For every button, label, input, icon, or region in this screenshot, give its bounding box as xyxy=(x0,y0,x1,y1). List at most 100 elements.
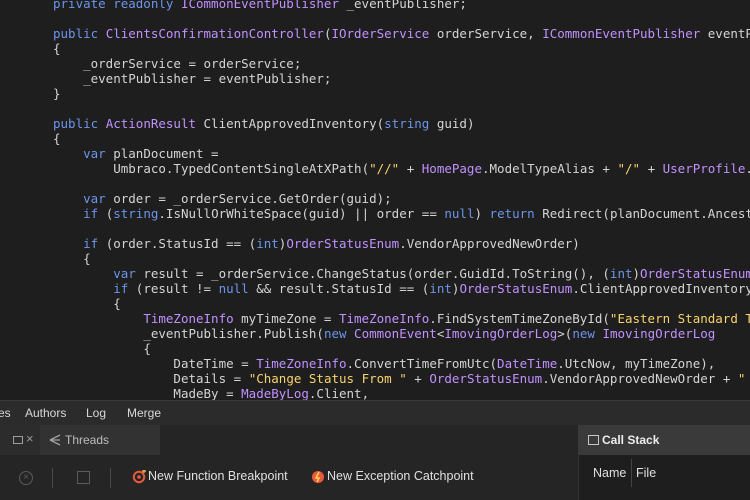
window-icon xyxy=(13,436,23,444)
code-token: OrderStatusEnum xyxy=(286,236,400,251)
code-line[interactable]: public ActionResult ClientApprovedInvent… xyxy=(53,116,474,131)
vcs-tab-bar: es Authors Log Merge xyxy=(0,400,750,426)
code-token: TimeZoneInfo xyxy=(338,311,430,326)
tab-changes[interactable]: es xyxy=(0,401,11,426)
code-token: planDocument = xyxy=(105,146,219,161)
code-line[interactable]: { xyxy=(53,41,61,56)
code-line[interactable]: { xyxy=(53,131,61,146)
code-token: null xyxy=(218,281,249,296)
code-token: DateTime = xyxy=(173,356,257,371)
code-token: "/" xyxy=(617,161,641,176)
code-token: _eventPublisher.Publish( xyxy=(143,326,324,341)
code-line[interactable]: { xyxy=(53,341,151,356)
code-token: int xyxy=(429,281,452,296)
code-line[interactable]: var result = _orderService.ChangeStatus(… xyxy=(53,266,750,281)
code-token: result = _orderService.ChangeStatus(orde… xyxy=(135,266,610,281)
code-line[interactable]: DateTime = TimeZoneInfo.ConvertTimeFromU… xyxy=(53,356,715,371)
code-line[interactable]: _eventPublisher = eventPublisher; xyxy=(53,71,331,86)
code-token: ImovingOrderLog xyxy=(602,326,716,341)
code-line[interactable]: MadeBy = MadeByLog.Client, xyxy=(53,386,369,400)
close-icon[interactable]: × xyxy=(26,431,34,446)
code-token: null xyxy=(444,206,475,221)
code-line[interactable]: TimeZoneInfo myTimeZone = TimeZoneInfo.F… xyxy=(53,311,750,326)
code-line[interactable]: var planDocument = xyxy=(53,146,219,161)
code-token: public xyxy=(53,116,106,131)
code-token: ) xyxy=(632,266,641,281)
code-token: "Change Status From " xyxy=(248,371,407,386)
code-token: new xyxy=(572,326,603,341)
new-function-breakpoint-label: New Function Breakpoint xyxy=(148,469,288,483)
code-line[interactable]: if (string.IsNullOrWhiteSpace(guid) || o… xyxy=(53,206,750,221)
code-line[interactable]: Details = "Change Status From " + OrderS… xyxy=(53,371,750,386)
code-token: .ClientApprovedInventory) xyxy=(572,281,750,296)
code-token: " To " xyxy=(737,371,746,386)
code-line[interactable]: } xyxy=(53,86,61,101)
column-header-name[interactable]: Name xyxy=(593,466,626,480)
code-token: { xyxy=(53,131,61,146)
code-token: int xyxy=(609,266,633,281)
code-token: + xyxy=(640,161,663,176)
code-token: UserProfile xyxy=(662,161,746,176)
code-token: var xyxy=(113,266,136,281)
breakpoints-toolbar: × New Function Breakpoint New Exception … xyxy=(0,455,578,500)
code-line[interactable]: { xyxy=(53,296,121,311)
new-exception-catchpoint-label: New Exception Catchpoint xyxy=(327,469,474,483)
code-line[interactable]: if (order.StatusId == (int)OrderStatusEn… xyxy=(53,236,580,251)
tab-threads[interactable]: Threads xyxy=(40,425,160,455)
threads-tab-label: Threads xyxy=(65,433,110,447)
tab-breakpoints[interactable]: × xyxy=(0,425,40,455)
function-breakpoint-icon xyxy=(132,470,146,484)
toolbar-separator xyxy=(52,468,53,488)
code-token: .VendorApprovedNewOrder) xyxy=(399,236,580,251)
code-token: ICommonEventPublisher xyxy=(542,26,701,41)
code-token: ICommonEventPublisher xyxy=(180,0,339,11)
column-divider[interactable] xyxy=(631,459,632,487)
tab-merge[interactable]: Merge xyxy=(127,401,161,426)
code-token: && result.StatusId == ( xyxy=(248,281,430,296)
call-stack-tab-label: Call Stack xyxy=(602,433,660,447)
remove-breakpoint-icon[interactable]: × xyxy=(19,471,33,485)
code-line[interactable]: public ClientsConfirmationController(IOr… xyxy=(53,26,750,41)
code-token: >( xyxy=(557,326,573,341)
tab-authors[interactable]: Authors xyxy=(25,401,66,426)
code-token: IOrderService xyxy=(331,26,430,41)
code-token: int xyxy=(256,236,279,251)
code-token: Redirect(planDocument.AncestorOrSelf()); xyxy=(542,206,750,221)
code-editor[interactable]: private readonly ICommonEventPublisher _… xyxy=(0,0,750,400)
code-token: ( xyxy=(98,206,114,221)
code-token: + xyxy=(399,161,422,176)
code-token: public xyxy=(53,26,106,41)
code-line[interactable]: if (result != null && result.StatusId ==… xyxy=(53,281,750,296)
code-token: .ConvertTimeFromUtc( xyxy=(346,356,498,371)
code-token: Details = xyxy=(173,371,249,386)
code-token: order = _orderService.GetOrder(guid); xyxy=(105,191,392,206)
exception-catchpoint-icon xyxy=(312,471,324,483)
code-token: _eventPublisher = eventPublisher; xyxy=(83,71,332,86)
code-token: { xyxy=(83,251,91,266)
code-token: ActionResult xyxy=(105,116,196,131)
code-token: if xyxy=(83,236,99,251)
code-token: .VendorApprovedNewOrder + xyxy=(542,371,738,386)
code-token: var xyxy=(83,191,106,206)
tab-log[interactable]: Log xyxy=(86,401,106,426)
code-token: string xyxy=(113,206,159,221)
tab-call-stack[interactable]: Call Stack xyxy=(578,425,750,455)
code-token: { xyxy=(113,296,121,311)
code-token: if xyxy=(113,281,129,296)
code-line[interactable]: _eventPublisher.Publish(new CommonEvent<… xyxy=(53,326,715,341)
code-token: { xyxy=(143,341,151,356)
code-line[interactable]: _orderService = orderService; xyxy=(53,56,301,71)
call-stack-icon xyxy=(588,435,599,445)
breakpoint-properties-icon[interactable] xyxy=(77,471,90,484)
column-header-file[interactable]: File xyxy=(636,466,656,480)
code-line[interactable]: var order = _orderService.GetOrder(guid)… xyxy=(53,191,392,206)
code-line[interactable]: private readonly ICommonEventPublisher _… xyxy=(53,0,467,11)
code-line[interactable]: { xyxy=(53,251,91,266)
toolbar-separator xyxy=(110,468,111,488)
debug-tab-bar: × Threads Call Stack xyxy=(0,425,750,456)
code-token: .ModelTypeAlias + xyxy=(482,161,618,176)
code-token: MadeBy = xyxy=(173,386,242,400)
code-line[interactable]: Umbraco.TypedContentSingleAtXPath("//" +… xyxy=(53,161,750,176)
code-token: + xyxy=(406,371,430,386)
code-token: "//" xyxy=(369,161,400,176)
